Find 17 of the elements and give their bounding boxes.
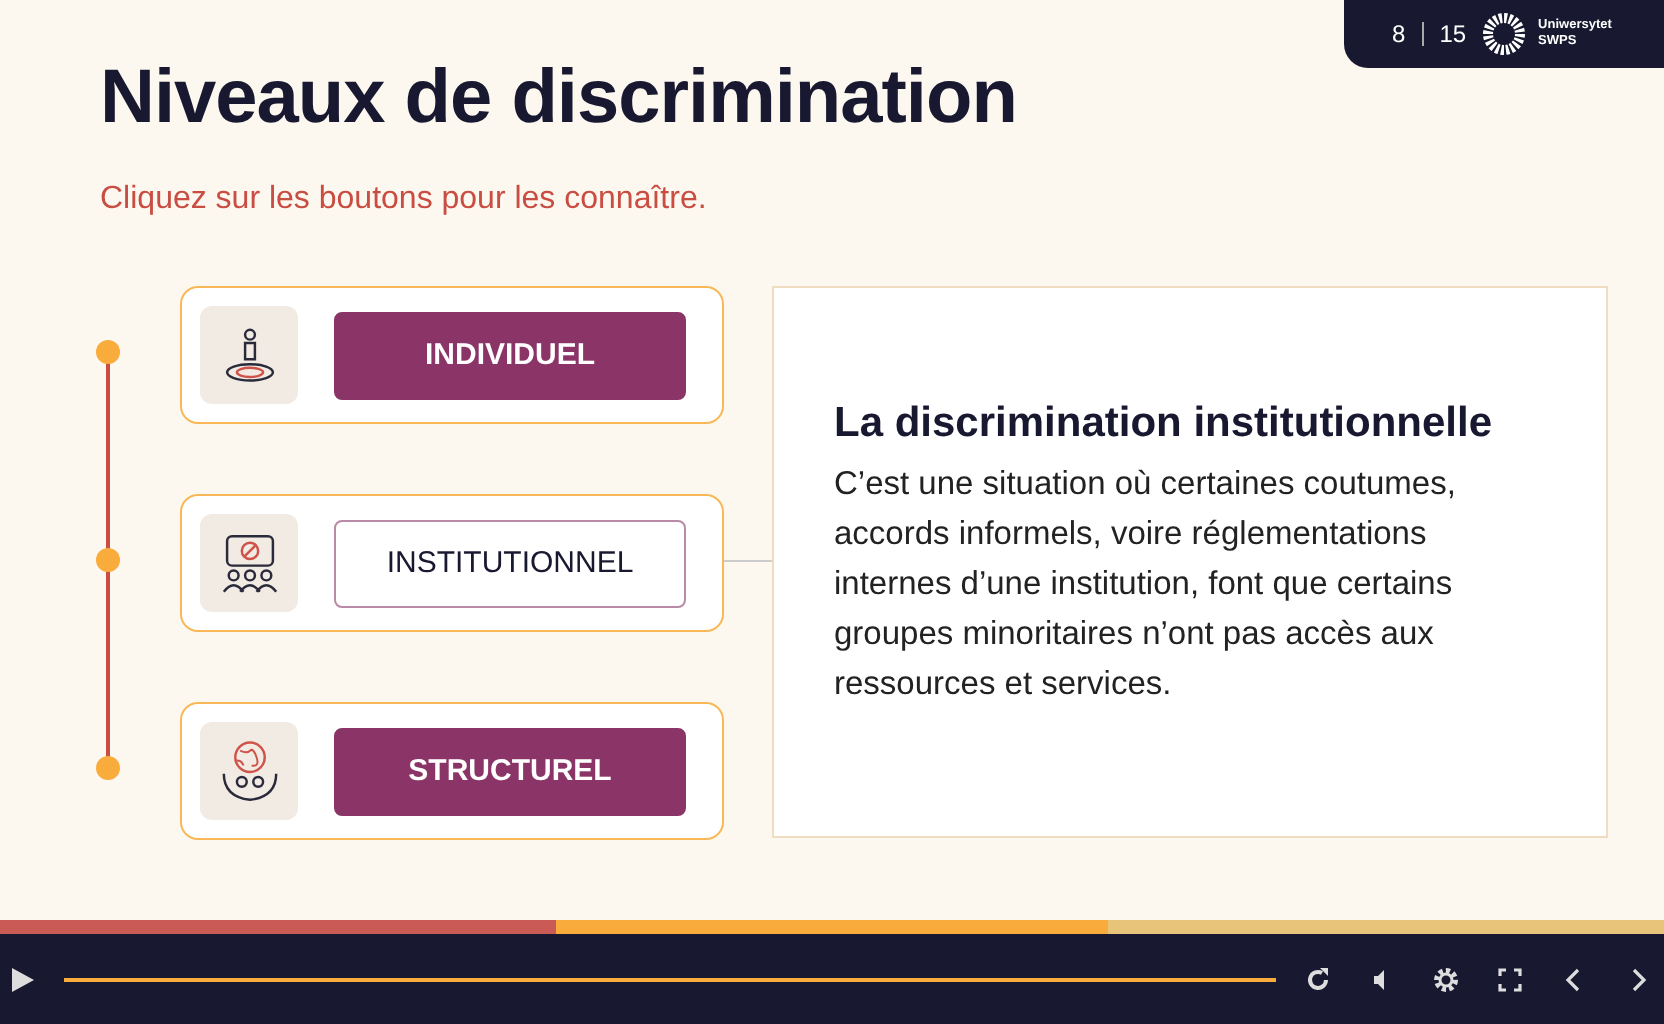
play-icon[interactable] — [8, 965, 36, 993]
settings-icon[interactable] — [1432, 965, 1460, 993]
level-button[interactable]: INDIVIDUEL — [334, 311, 686, 399]
level-button[interactable]: INSTITUTIONNEL — [334, 519, 686, 607]
slide-title: Niveaux de discrimination — [100, 56, 1019, 142]
page-total: 15 — [1439, 20, 1467, 48]
page-number: 8 — [1392, 20, 1406, 48]
fullscreen-icon[interactable] — [1496, 965, 1524, 993]
timeline-dot — [96, 548, 120, 572]
replay-icon[interactable] — [1304, 965, 1332, 993]
panel-heading: La discrimination institutionnelle — [834, 400, 1495, 448]
logo-icon — [1482, 12, 1527, 56]
instruction-text: Cliquez sur les boutons pour les connaître. — [100, 182, 709, 218]
level-button[interactable]: STRUCTUREL — [334, 727, 686, 815]
timeline-dot — [96, 756, 120, 780]
panel-text: C’est une situation où certaines coutumes, accords informels, voire réglementations internes d’une institution, font que certains groupes minoritaires n’ont pas accès aux ressources et services. — [834, 464, 1458, 706]
timeline-dot — [96, 340, 120, 364]
